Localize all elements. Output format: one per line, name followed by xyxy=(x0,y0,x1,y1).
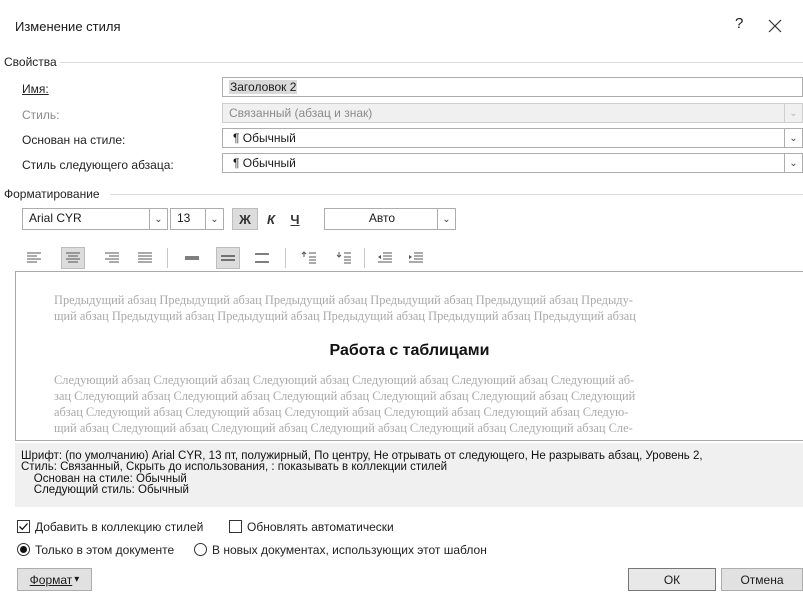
style-preview: Предыдущий абзац Предыдущий абзац Предыд… xyxy=(15,271,803,441)
previous-paragraph-line: щий абзац Предыдущий абзац Предыдущий аб… xyxy=(54,309,636,323)
underline-button[interactable]: Ч xyxy=(284,208,306,230)
space-before-icon xyxy=(301,251,316,264)
description-line: Следующий стиль: Обычный xyxy=(21,483,189,496)
font-color-select[interactable]: Авто ⌄ xyxy=(324,208,456,230)
close-icon xyxy=(768,19,782,33)
next-paragraph-line: зац Следующий абзац Следующий абзац След… xyxy=(54,389,636,403)
next-paragraph-line: Следующий абзац Следующий абзац Следующи… xyxy=(54,373,635,387)
bold-button[interactable]: Ж xyxy=(232,208,258,230)
add-to-gallery-label[interactable]: Добавить в коллекцию стилей xyxy=(35,520,203,534)
only-this-document-label[interactable]: Только в этом документе xyxy=(35,543,174,557)
align-right-button[interactable] xyxy=(100,247,124,269)
ok-button[interactable]: ОК xyxy=(628,568,716,591)
next-style-select[interactable]: ¶ Обычный ⌄ xyxy=(222,153,803,173)
double-spacing-button[interactable] xyxy=(250,247,274,269)
add-to-gallery-checkbox[interactable] xyxy=(17,520,30,533)
chevron-down-icon[interactable]: ⌄ xyxy=(205,209,223,229)
single-spacing-icon xyxy=(185,256,199,260)
justify-icon xyxy=(138,252,152,263)
align-left-button[interactable] xyxy=(22,247,46,269)
cancel-button[interactable]: Отмена xyxy=(721,568,803,591)
format-button-label: Формат xyxy=(29,572,73,587)
new-documents-label[interactable]: В новых документах, использующих этот ша… xyxy=(212,543,487,557)
decrease-indent-icon xyxy=(378,252,392,263)
sample-heading: Работа с таблицами xyxy=(329,342,490,359)
align-center-icon xyxy=(66,252,80,263)
based-on-value: ¶ Обычный xyxy=(233,131,296,145)
toolbar-divider xyxy=(167,248,168,268)
format-button[interactable]: Формат ▾ xyxy=(17,568,92,591)
name-label: Имя: xyxy=(22,82,49,96)
new-documents-radio[interactable] xyxy=(194,543,207,556)
dropdown-arrow-icon: ▾ xyxy=(74,574,80,585)
align-left-icon xyxy=(27,252,41,263)
font-color-value: Авто xyxy=(368,211,396,225)
close-button[interactable] xyxy=(768,11,782,33)
name-field-value: Заголовок 2 xyxy=(229,80,298,94)
chevron-down-icon[interactable]: ⌄ xyxy=(437,209,455,229)
properties-section-label: Свойства xyxy=(4,55,57,69)
properties-divider xyxy=(60,62,803,63)
increase-indent-button[interactable] xyxy=(404,247,428,269)
only-this-document-radio[interactable] xyxy=(17,543,30,556)
double-spacing-icon xyxy=(255,253,269,263)
style-type-select: Связанный (абзац и знак) ⌄ xyxy=(222,103,803,123)
align-center-button[interactable] xyxy=(61,247,85,269)
style-type-value: Связанный (абзац и знак) xyxy=(229,106,373,120)
auto-update-label[interactable]: Обновлять автоматически xyxy=(247,520,394,534)
title-bar: Изменение стиля ? xyxy=(0,0,803,44)
based-on-label: Основан на стиле: xyxy=(22,133,126,147)
auto-update-checkbox[interactable] xyxy=(229,520,242,533)
italic-button[interactable]: К xyxy=(260,208,282,230)
font-size-value: 13 xyxy=(177,211,191,225)
next-paragraph-line: щий абзац Следующий абзац Следующий абза… xyxy=(54,421,633,435)
style-description: Шрифт: (по умолчанию) Arial CYR, 13 пт, … xyxy=(15,443,803,507)
name-field[interactable]: Заголовок 2 xyxy=(222,77,803,97)
based-on-select[interactable]: ¶ Обычный ⌄ xyxy=(222,128,803,148)
formatting-section-label: Форматирование xyxy=(4,187,100,201)
next-style-value: ¶ Обычный xyxy=(233,156,296,170)
single-spacing-button[interactable] xyxy=(180,247,204,269)
name-label-text: Имя: xyxy=(22,82,49,96)
font-name-value: Arial CYR xyxy=(29,211,82,225)
justify-button[interactable] xyxy=(133,247,157,269)
space-before-button[interactable] xyxy=(297,247,321,269)
increase-indent-icon xyxy=(409,252,423,263)
chevron-down-icon[interactable]: ⌄ xyxy=(149,209,167,229)
next-style-label: Стиль следующего абзаца: xyxy=(22,158,174,172)
radio-selected-dot xyxy=(20,546,27,553)
description-line: Стиль: Связанный, Скрыть до использовани… xyxy=(21,461,448,474)
one-half-spacing-icon xyxy=(221,255,235,261)
space-after-button[interactable] xyxy=(332,247,356,269)
style-type-label: Стиль: xyxy=(22,108,60,122)
space-after-icon xyxy=(336,252,351,264)
toolbar-divider xyxy=(364,248,365,268)
chevron-down-icon[interactable]: ⌄ xyxy=(784,154,802,172)
checkmark-icon xyxy=(19,523,28,531)
decrease-indent-button[interactable] xyxy=(373,247,397,269)
help-button[interactable]: ? xyxy=(735,15,743,32)
previous-paragraph-line: Предыдущий абзац Предыдущий абзац Предыд… xyxy=(54,293,633,307)
chevron-down-icon: ⌄ xyxy=(784,104,802,122)
dialog-title: Изменение стиля xyxy=(15,19,121,34)
one-half-spacing-button[interactable] xyxy=(216,247,240,269)
align-right-icon xyxy=(105,252,119,263)
formatting-divider xyxy=(110,194,803,195)
font-size-select[interactable]: 13 ⌄ xyxy=(170,208,224,230)
next-paragraph-line: абзац Следующий абзац Следующий абзац Сл… xyxy=(54,405,629,419)
chevron-down-icon[interactable]: ⌄ xyxy=(784,129,802,147)
toolbar-divider xyxy=(285,248,286,268)
font-name-select[interactable]: Arial CYR ⌄ xyxy=(22,208,168,230)
